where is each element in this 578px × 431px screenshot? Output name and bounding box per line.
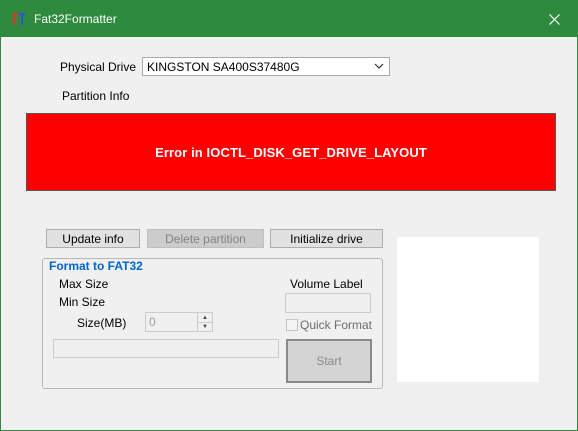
min-size-label: Min Size [59,295,106,309]
preview-panel [397,237,539,382]
size-stepper[interactable]: 0 ▲ ▼ [145,312,213,332]
delete-partition-label: Delete partition [165,231,246,246]
size-value: 0 [149,315,156,329]
physical-drive-label: Physical Drive [60,60,137,74]
start-label: Start [316,354,342,368]
volume-label-caption: Volume Label [290,277,363,291]
window-title: Fat32Formatter [34,12,117,26]
size-mb-label: Size(MB) [77,316,127,330]
error-message: Error in IOCTL_DISK_GET_DRIVE_LAYOUT [155,144,427,160]
title-bar[interactable]: Fat32Formatter [1,1,577,37]
start-button[interactable]: Start [286,339,372,383]
delete-partition-button[interactable]: Delete partition [147,229,264,248]
app-window: Fat32Formatter Physical Drive KINGSTON S… [0,0,578,431]
partition-info-label: Partition Info [62,89,130,103]
app-icon [11,11,27,27]
arrow-down-icon: ▼ [202,323,208,330]
partition-info-panel: Error in IOCTL_DISK_GET_DRIVE_LAYOUT [26,113,556,191]
initialize-drive-label: Initialize drive [290,231,363,246]
chevron-down-icon [374,63,384,69]
initialize-drive-button[interactable]: Initialize drive [270,229,383,248]
update-info-button[interactable]: Update info [46,229,140,248]
volume-label-input[interactable] [285,293,371,313]
quick-format-checkbox[interactable] [286,319,298,331]
quick-format-label: Quick Format [300,318,373,332]
physical-drive-value: KINGSTON SA400S37480G [147,60,300,74]
arrow-up-icon: ▲ [202,314,208,321]
update-info-label: Update info [62,231,124,246]
format-group-title: Format to FAT32 [47,259,145,273]
max-size-label: Max Size [59,277,109,291]
close-icon [548,13,560,25]
physical-drive-select[interactable]: KINGSTON SA400S37480G [142,57,390,76]
format-progress-bar [53,339,279,358]
stepper-buttons: ▲ ▼ [197,313,212,331]
decrement-button[interactable]: ▼ [198,322,212,331]
close-button[interactable] [531,1,577,37]
